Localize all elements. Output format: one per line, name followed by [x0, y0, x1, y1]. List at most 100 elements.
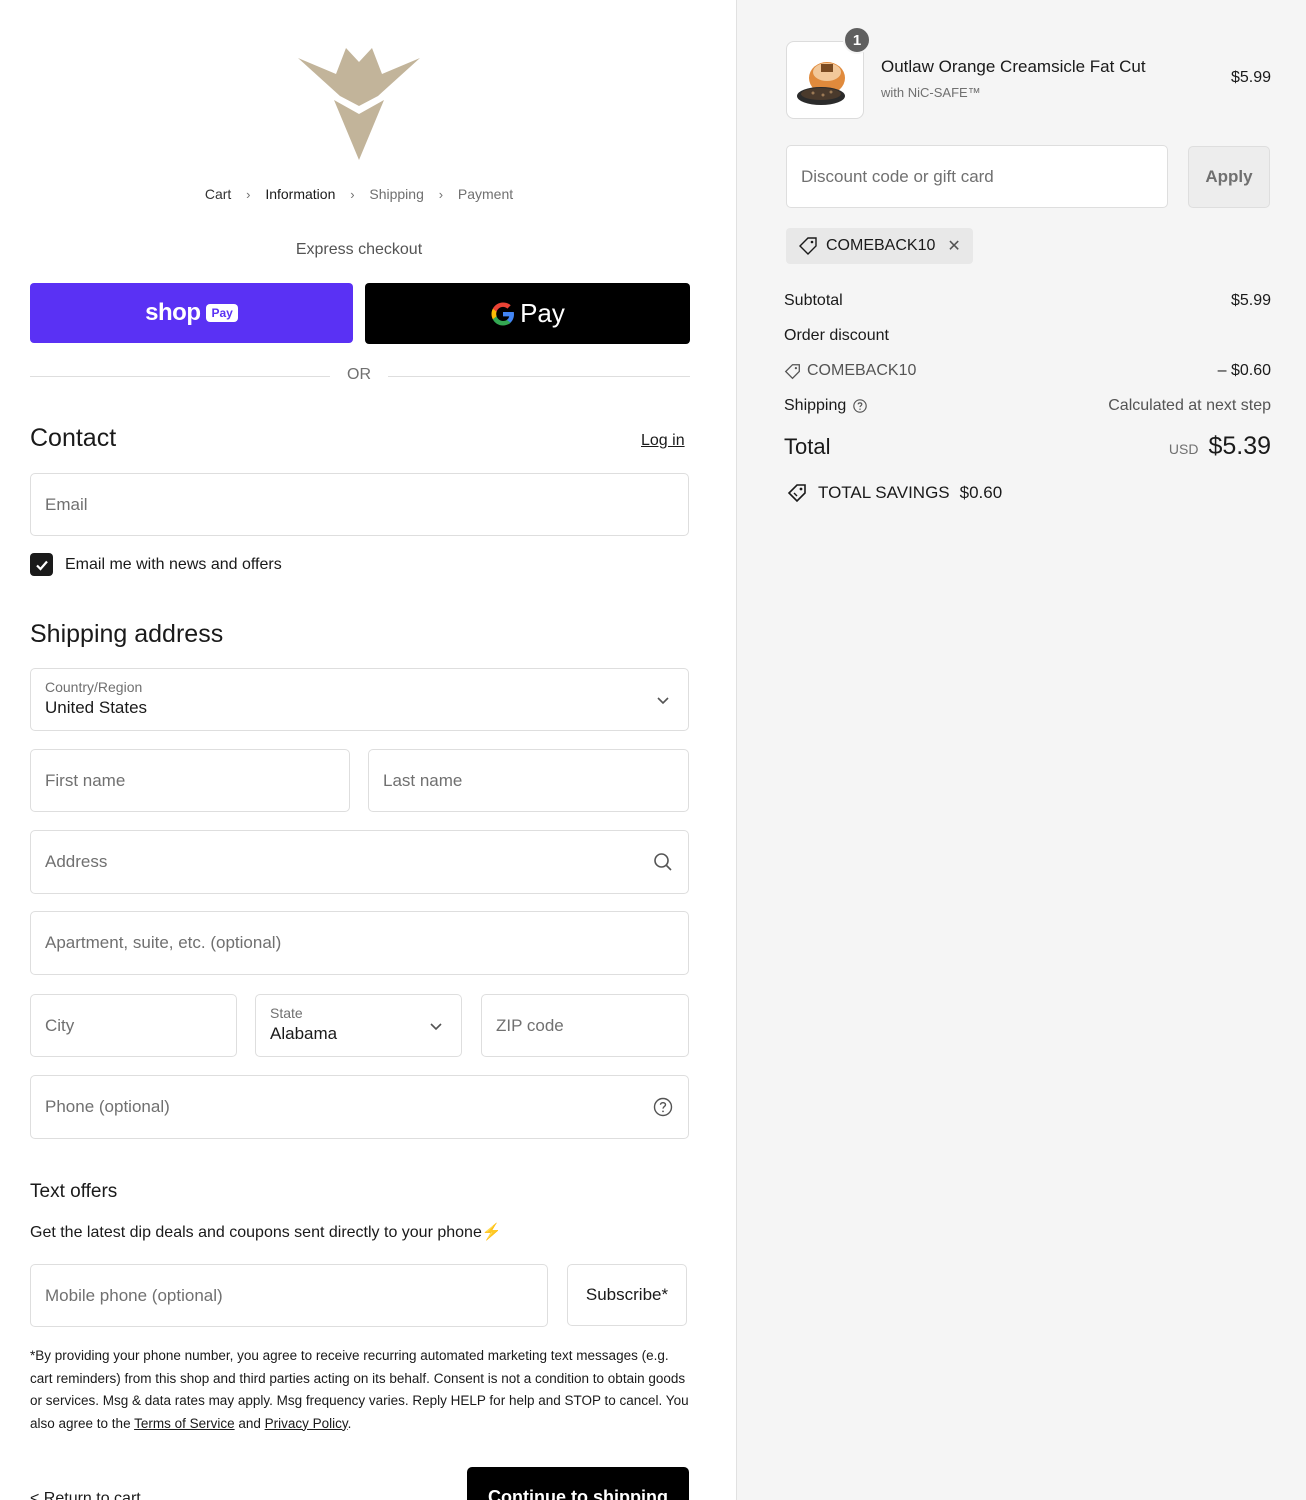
divider-line [388, 376, 690, 377]
login-link[interactable]: Log in [641, 432, 685, 450]
zip-field[interactable]: ZIP code [481, 994, 689, 1057]
help-circle-icon[interactable] [852, 398, 868, 414]
contact-heading: Contact [30, 424, 117, 452]
return-to-cart-link[interactable]: < Return to cart [30, 1490, 141, 1500]
order-summary [736, 0, 1306, 1500]
shop-pay-badge: Pay [206, 304, 238, 322]
chevron-down-icon [430, 1022, 442, 1030]
total-label: Total [784, 434, 831, 459]
city-placeholder: City [45, 1015, 75, 1035]
state-value: Alabama [270, 1024, 338, 1043]
discount-code-field[interactable]: Discount code or gift card [786, 145, 1168, 208]
total-amount-group: USD $5.39 [1169, 432, 1271, 461]
google-pay-label: Pay [520, 298, 565, 328]
total-savings: TOTAL SAVINGS $0.60 [786, 482, 1002, 504]
chevron-right-icon: › [438, 186, 444, 202]
address-placeholder: Address [45, 852, 108, 871]
email-placeholder: Email [45, 494, 88, 514]
zip-placeholder: ZIP code [496, 1015, 564, 1035]
sms-disclaimer: *By providing your phone number, you agr… [30, 1345, 690, 1435]
help-circle-icon[interactable] [652, 1096, 674, 1118]
tag-icon [799, 237, 817, 255]
disclaimer-end: . [347, 1415, 352, 1431]
order-discount-label: Order discount [784, 327, 889, 344]
breadcrumb-information: Information [265, 186, 336, 202]
shipping-address-heading: Shipping address [30, 620, 224, 648]
disclaimer-text: *By providing your phone number, you agr… [30, 1348, 689, 1431]
country-label: Country/Region [45, 679, 143, 695]
address-field[interactable]: Address [30, 830, 689, 894]
google-g-icon [491, 302, 515, 325]
chevron-down-icon [657, 696, 669, 704]
total-row: Total USD $5.39 [784, 432, 1271, 461]
savings-tag-icon [787, 484, 806, 503]
breadcrumb-payment: Payment [457, 186, 514, 202]
privacy-policy-link[interactable]: Privacy Policy [265, 1416, 348, 1431]
last-name-field[interactable]: Last name [368, 749, 689, 812]
subtotal-value: $5.99 [1230, 292, 1271, 309]
subtotal-label: Subtotal [784, 292, 843, 309]
applied-coupon-chip: COMEBACK10 ✕ [786, 228, 973, 264]
first-name-placeholder: First name [45, 770, 126, 790]
phone-placeholder: Phone (optional) [45, 1097, 170, 1116]
text-offers-description: Get the latest dip deals and coupons sen… [30, 1224, 502, 1241]
or-label: OR [347, 366, 371, 383]
state-label: State [270, 1005, 303, 1021]
first-name-field[interactable]: First name [30, 749, 350, 812]
coupon-code: COMEBACK10 [826, 237, 936, 254]
google-pay-button[interactable]: Pay [365, 283, 690, 344]
tag-icon [784, 363, 800, 379]
currency-code: USD [1168, 441, 1199, 457]
mobile-phone-field[interactable]: Mobile phone (optional) [30, 1264, 548, 1327]
discount-code-row: COMEBACK10 – $0.60 [784, 362, 1271, 385]
checkout-main: Cart › Information › Shipping › Payment … [0, 0, 736, 1500]
state-select[interactable]: State Alabama [255, 994, 462, 1057]
terms-of-service-link[interactable]: Terms of Service [134, 1416, 235, 1431]
newsletter-label: Email me with news and offers [65, 555, 282, 573]
breadcrumb-cart[interactable]: Cart [205, 186, 231, 202]
phone-field[interactable]: Phone (optional) [30, 1075, 689, 1139]
last-name-placeholder: Last name [383, 770, 463, 790]
total-amount: $5.39 [1208, 432, 1271, 460]
shipping-label: Shipping [784, 397, 847, 414]
disclaimer-and: and [234, 1415, 265, 1431]
subscribe-button[interactable]: Subscribe* [567, 1264, 687, 1326]
discount-placeholder: Discount code or gift card [801, 166, 994, 186]
quantity-badge: 1 [843, 26, 871, 54]
apartment-placeholder: Apartment, suite, etc. (optional) [45, 933, 282, 952]
breadcrumb-shipping: Shipping [369, 186, 424, 202]
savings-label: TOTAL SAVINGS [818, 483, 950, 502]
discount-amount: – $0.60 [1217, 362, 1271, 379]
express-checkout-title: Express checkout [295, 241, 423, 258]
country-select[interactable]: Country/Region United States [30, 668, 689, 731]
subtotal-row: Subtotal $5.99 [784, 292, 1271, 310]
remove-coupon-icon[interactable]: ✕ [947, 236, 960, 256]
mobile-phone-placeholder: Mobile phone (optional) [45, 1285, 223, 1305]
apartment-field[interactable]: Apartment, suite, etc. (optional) [30, 911, 689, 975]
chevron-right-icon: › [246, 186, 251, 202]
brand-logo [298, 48, 420, 160]
discount-code-label: COMEBACK10 [784, 362, 916, 380]
continue-to-shipping-button[interactable]: Continue to shipping [467, 1467, 689, 1500]
divider-line [30, 376, 330, 377]
discount-code-text: COMEBACK10 [807, 362, 917, 379]
shipping-value: Calculated at next step [1108, 397, 1271, 414]
shop-pay-button[interactable]: shop Pay [30, 283, 353, 343]
apply-discount-button[interactable]: Apply [1188, 146, 1270, 208]
shipping-label-group: Shipping [784, 397, 868, 415]
newsletter-checkbox[interactable] [30, 553, 53, 576]
product-subtitle: with NiC-SAFE™ [881, 85, 981, 100]
text-offers-heading: Text offers [30, 1181, 118, 1202]
shop-pay-wordmark: shop [145, 299, 201, 326]
shipping-row: Shipping Calculated at next step [784, 397, 1271, 415]
checkmark-icon [35, 560, 48, 571]
chevron-right-icon: › [350, 186, 355, 202]
city-field[interactable]: City [30, 994, 237, 1057]
email-field[interactable]: Email [30, 473, 689, 536]
product-title: Outlaw Orange Creamsicle Fat Cut [881, 57, 1146, 76]
country-value: United States [45, 698, 148, 717]
savings-value: $0.60 [959, 483, 1003, 502]
newsletter-option[interactable]: Email me with news and offers [30, 553, 282, 576]
or-divider: OR [30, 366, 690, 386]
product-price: $5.99 [1230, 69, 1271, 86]
